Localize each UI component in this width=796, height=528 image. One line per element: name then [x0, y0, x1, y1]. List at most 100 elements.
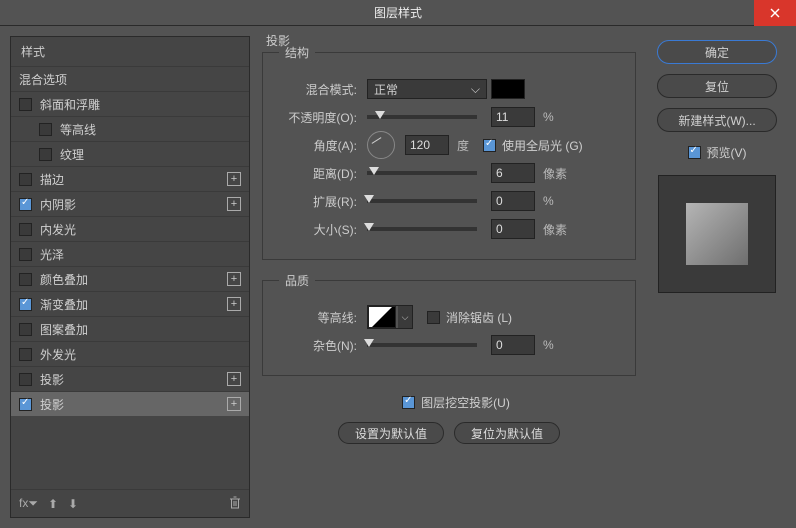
style-label: 描边 [40, 171, 64, 188]
cancel-button[interactable]: 复位 [657, 74, 777, 98]
blend-mode-dropdown[interactable]: 正常 ⌵ [367, 79, 487, 99]
new-style-button[interactable]: 新建样式(W)... [657, 108, 777, 132]
sidebar-item[interactable]: 外发光 [11, 341, 249, 366]
reset-default-button[interactable]: 复位为默认值 [454, 422, 560, 444]
sidebar-item[interactable]: 内发光 [11, 216, 249, 241]
distance-label: 距离(D): [279, 165, 357, 182]
contour-picker[interactable] [368, 306, 396, 328]
distance-input[interactable] [491, 163, 535, 183]
style-checkbox[interactable] [19, 173, 32, 186]
style-checkbox[interactable] [19, 198, 32, 211]
sidebar-item[interactable]: 投影 + [11, 391, 249, 416]
distance-unit: 像素 [543, 165, 567, 182]
add-effect-icon[interactable]: + [227, 197, 241, 211]
add-effect-icon[interactable]: + [227, 297, 241, 311]
close-icon [770, 8, 780, 18]
spread-unit: % [543, 194, 554, 208]
add-effect-icon[interactable]: + [227, 372, 241, 386]
close-button[interactable] [754, 0, 796, 26]
sidebar-item[interactable]: 光泽 [11, 241, 249, 266]
sidebar-item[interactable]: 渐变叠加 + [11, 291, 249, 316]
distance-slider[interactable] [367, 171, 477, 175]
sidebar-item[interactable]: 纹理 [11, 141, 249, 166]
opacity-slider[interactable] [367, 115, 477, 119]
sidebar-item[interactable]: 描边 + [11, 166, 249, 191]
panel-title: 投影 [266, 32, 290, 49]
size-label: 大小(S): [279, 221, 357, 238]
sidebar-item[interactable]: 等高线 [11, 116, 249, 141]
blend-mode-label: 混合模式: [279, 81, 357, 98]
style-checkbox[interactable] [39, 123, 52, 136]
sidebar-item[interactable]: 投影 + [11, 366, 249, 391]
size-input[interactable] [491, 219, 535, 239]
contour-dropdown[interactable]: ⌵ [398, 306, 412, 328]
shadow-color-swatch[interactable] [491, 79, 525, 99]
style-label: 内阴影 [40, 196, 76, 213]
sidebar-item[interactable]: 内阴影 + [11, 191, 249, 216]
spread-label: 扩展(R): [279, 193, 357, 210]
move-up-icon[interactable]: ⬆ [48, 497, 58, 511]
global-light-checkbox[interactable]: 使用全局光 (G) [483, 137, 583, 154]
add-effect-icon[interactable]: + [227, 397, 241, 411]
noise-slider[interactable] [367, 343, 477, 347]
style-label: 斜面和浮雕 [40, 96, 100, 113]
style-label: 外发光 [40, 346, 76, 363]
preview-box [658, 175, 776, 293]
style-checkbox[interactable] [19, 223, 32, 236]
quality-legend: 品质 [279, 272, 315, 289]
angle-unit: 度 [457, 137, 469, 154]
spread-input[interactable] [491, 191, 535, 211]
noise-unit: % [543, 338, 554, 352]
make-default-button[interactable]: 设置为默认值 [338, 422, 444, 444]
style-checkbox[interactable] [19, 323, 32, 336]
sidebar-item[interactable]: 图案叠加 [11, 316, 249, 341]
blend-mode-value: 正常 [374, 81, 398, 98]
sidebar-header: 样式 [11, 37, 249, 66]
style-label: 颜色叠加 [40, 271, 88, 288]
style-label: 渐变叠加 [40, 296, 88, 313]
chevron-down-icon: ⌵ [471, 82, 480, 97]
preview-swatch [686, 203, 748, 265]
style-checkbox[interactable] [19, 398, 32, 411]
noise-label: 杂色(N): [279, 337, 357, 354]
fx-menu-icon[interactable]: fx⏷ [19, 496, 38, 511]
style-checkbox[interactable] [19, 273, 32, 286]
structure-group: 结构 混合模式: 正常 ⌵ 不透明度(O): % 角度(A): 度 [262, 44, 636, 260]
knockout-checkbox[interactable]: 图层挖空投影(U) [402, 394, 510, 411]
sidebar-item[interactable]: 颜色叠加 + [11, 266, 249, 291]
sidebar-item[interactable]: 斜面和浮雕 [11, 91, 249, 116]
move-down-icon[interactable]: ⬇ [68, 497, 78, 511]
angle-input[interactable] [405, 135, 449, 155]
add-effect-icon[interactable]: + [227, 172, 241, 186]
style-label: 投影 [40, 396, 64, 413]
style-checkbox[interactable] [19, 373, 32, 386]
sidebar-item-blend-options[interactable]: 混合选项 [11, 66, 249, 91]
style-label: 光泽 [40, 246, 64, 263]
angle-dial[interactable] [367, 131, 395, 159]
spread-slider[interactable] [367, 199, 477, 203]
ok-button[interactable]: 确定 [657, 40, 777, 64]
style-checkbox[interactable] [19, 248, 32, 261]
trash-icon[interactable] [229, 496, 241, 512]
antialias-checkbox[interactable]: 消除锯齿 (L) [427, 309, 512, 326]
size-unit: 像素 [543, 221, 567, 238]
style-checkbox[interactable] [19, 298, 32, 311]
opacity-label: 不透明度(O): [279, 109, 357, 126]
add-effect-icon[interactable]: + [227, 272, 241, 286]
size-slider[interactable] [367, 227, 477, 231]
contour-label: 等高线: [279, 309, 357, 326]
style-checkbox[interactable] [19, 348, 32, 361]
style-checkbox[interactable] [39, 148, 52, 161]
window-title: 图层样式 [374, 4, 422, 21]
preview-checkbox[interactable]: 预览(V) [688, 144, 747, 161]
quality-group: 品质 等高线: ⌵ 消除锯齿 (L) 杂色(N): % [262, 272, 636, 376]
style-label: 等高线 [60, 121, 96, 138]
opacity-input[interactable] [491, 107, 535, 127]
styles-sidebar: 样式 混合选项斜面和浮雕等高线纹理描边 + 内阴影 + 内发光光泽颜色叠加 + 渐变叠加 + 图… [10, 36, 250, 518]
angle-label: 角度(A): [279, 137, 357, 154]
noise-input[interactable] [491, 335, 535, 355]
opacity-unit: % [543, 110, 554, 124]
style-label: 内发光 [40, 221, 76, 238]
style-checkbox[interactable] [19, 98, 32, 111]
style-label: 投影 [40, 371, 64, 388]
